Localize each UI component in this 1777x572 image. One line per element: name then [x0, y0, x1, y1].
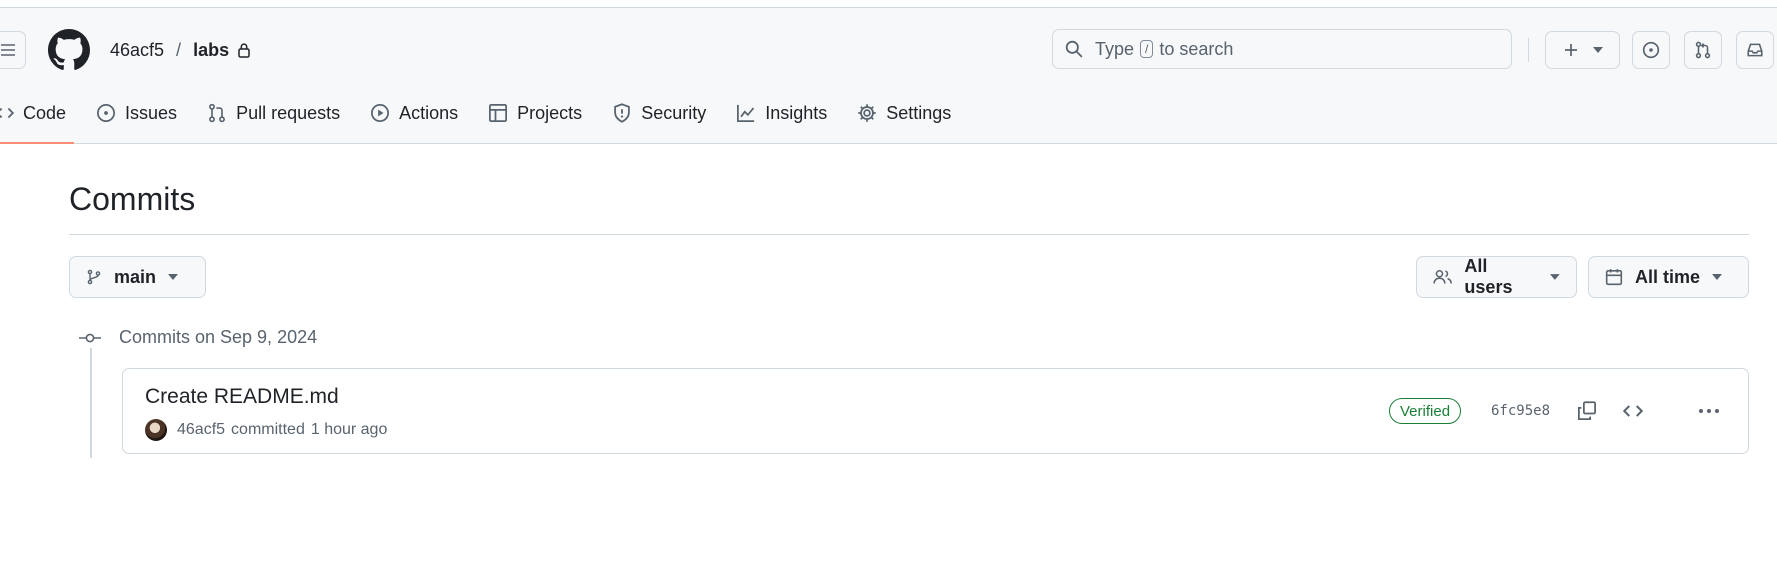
commit-title-link[interactable]: Create README.md [145, 385, 339, 409]
time-filter-label: All time [1635, 266, 1701, 287]
commit-time: 1 hour ago [310, 421, 388, 438]
tab-actions[interactable]: Actions [370, 98, 458, 128]
breadcrumb-separator: / [176, 39, 182, 60]
inbox-button[interactable] [1736, 31, 1774, 69]
git-commit-icon [79, 333, 101, 342]
tab-security[interactable]: Security [612, 98, 706, 128]
repo-nav: Code Issues Pull requests Actions Projec… [0, 98, 981, 144]
branch-selector[interactable]: main [69, 256, 206, 298]
plus-icon [1564, 44, 1577, 56]
calendar-icon [1605, 269, 1623, 286]
pull-requests-button[interactable] [1684, 31, 1722, 69]
tab-projects[interactable]: Projects [488, 98, 582, 128]
pull-request-icon [209, 103, 226, 123]
tab-insights-label: Insights [765, 102, 828, 123]
repo-header: 46acf5 / labs Type / to search Code Issu… [0, 8, 1777, 144]
time-filter[interactable]: All time [1588, 256, 1749, 298]
breadcrumb-repo-link[interactable]: labs [193, 40, 229, 61]
graph-icon [737, 104, 755, 122]
kebab-horizontal-icon [1699, 409, 1719, 413]
hamburger-icon [1, 44, 15, 56]
tab-code-label: Code [23, 102, 67, 123]
gear-icon [858, 104, 877, 122]
create-new-button[interactable] [1545, 31, 1620, 69]
git-branch-icon [87, 269, 101, 285]
breadcrumb: 46acf5 / labs [110, 38, 251, 62]
issue-opened-icon [1642, 41, 1660, 59]
search-icon [1065, 40, 1083, 58]
shield-icon [614, 103, 630, 123]
search-suffix: to search [1159, 38, 1234, 59]
more-actions-button[interactable] [1693, 395, 1725, 427]
triangle-down-icon [1550, 274, 1560, 280]
search-shortcut-key: / [1140, 40, 1154, 58]
commit-author-link[interactable]: 46acf5 [177, 421, 225, 439]
play-icon [371, 104, 390, 122]
header-divider [1528, 38, 1529, 62]
tab-insights[interactable]: Insights [736, 98, 827, 128]
top-strip [0, 0, 1777, 8]
branch-name: main [114, 266, 157, 287]
page-title: Commits [69, 181, 196, 217]
browse-files-button[interactable] [1617, 395, 1649, 427]
issue-icon [97, 104, 116, 122]
triangle-down-icon [1712, 274, 1723, 280]
copy-sha-button[interactable] [1571, 395, 1603, 427]
tab-actions-label: Actions [399, 102, 459, 123]
timeline-line [90, 348, 92, 458]
commit-row: Create README.md 46acf5 committed 1 hour… [122, 368, 1749, 454]
git-pull-request-icon [1695, 41, 1711, 59]
breadcrumb-owner-link[interactable]: 46acf5 [110, 40, 164, 61]
triangle-down-icon [168, 274, 179, 280]
tab-code[interactable]: Code [0, 98, 75, 144]
github-logo-icon[interactable] [48, 29, 90, 71]
tab-settings[interactable]: Settings [857, 98, 951, 128]
users-filter[interactable]: All users [1416, 256, 1577, 298]
verified-badge[interactable]: Verified [1389, 398, 1462, 424]
inbox-icon [1747, 43, 1763, 57]
tab-issues[interactable]: Issues [96, 98, 177, 128]
commit-sha-link[interactable]: 6fc95e8 [1491, 403, 1550, 419]
table-icon [489, 104, 508, 122]
menu-button[interactable] [0, 31, 26, 69]
commit-group-date: Commits on Sep 9, 2024 [119, 327, 318, 347]
tab-projects-label: Projects [517, 102, 583, 123]
avatar[interactable] [145, 419, 167, 441]
lock-icon [237, 42, 251, 58]
title-divider [69, 234, 1749, 235]
search-input[interactable]: Type / to search [1052, 29, 1512, 69]
tab-settings-label: Settings [886, 102, 952, 123]
issues-button[interactable] [1632, 31, 1670, 69]
tab-security-label: Security [641, 102, 707, 123]
triangle-down-icon [1592, 47, 1603, 53]
commit-meta: 46acf5 committed 1 hour ago [145, 419, 387, 441]
commit-group-heading: Commits on Sep 9, 2024 [79, 327, 317, 348]
people-icon [1433, 269, 1452, 284]
tab-issues-label: Issues [125, 102, 178, 123]
tab-pull-requests-label: Pull requests [236, 102, 341, 123]
code-icon [0, 107, 14, 119]
search-prefix: Type [1095, 38, 1135, 59]
users-filter-label: All users [1464, 256, 1513, 297]
commit-action: committed [231, 421, 305, 438]
code-icon [1623, 405, 1643, 417]
tab-pull-requests[interactable]: Pull requests [207, 98, 340, 128]
copy-icon [1578, 401, 1596, 420]
